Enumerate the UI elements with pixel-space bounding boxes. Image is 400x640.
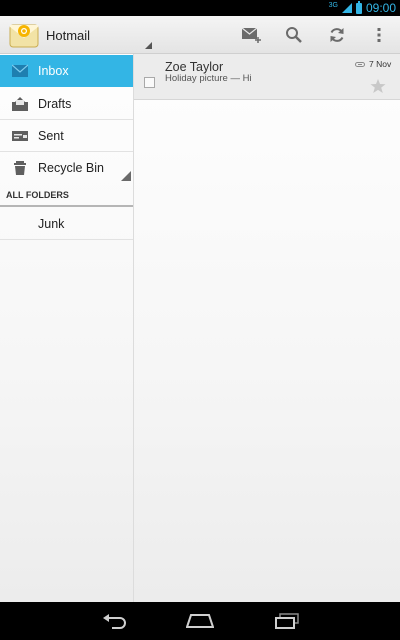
email-app: Hotmail Inbox Drafts Sent Recycle Bin AL… <box>0 16 400 602</box>
navigation-bar <box>0 602 400 640</box>
folder-junk[interactable]: Junk <box>0 208 133 240</box>
all-folders-header: ALL FOLDERS <box>0 187 133 207</box>
recent-apps-button[interactable] <box>273 612 301 630</box>
folder-options-icon[interactable] <box>121 171 131 181</box>
star-icon[interactable] <box>370 78 386 94</box>
message-row[interactable]: Zoe Taylor Holiday picture — Hi 7 Nov <box>134 54 400 100</box>
status-bar: 3G 09:00 <box>0 0 400 16</box>
compose-button[interactable] <box>240 23 264 47</box>
folder-recycle-bin[interactable]: Recycle Bin <box>0 152 133 184</box>
action-bar: Hotmail <box>0 16 400 54</box>
account-spinner-icon[interactable] <box>145 42 152 49</box>
message-date: 7 Nov <box>369 59 392 69</box>
hotmail-envelope-icon[interactable] <box>9 21 39 49</box>
folder-label: Inbox <box>38 64 69 78</box>
sent-icon <box>12 131 28 141</box>
pane-divider <box>133 54 134 602</box>
refresh-icon <box>330 28 344 42</box>
folder-inbox[interactable]: Inbox <box>0 55 133 87</box>
overflow-menu-button[interactable] <box>367 23 391 47</box>
folder-label: Drafts <box>38 97 72 111</box>
search-icon <box>286 27 302 43</box>
clock: 09:00 <box>365 1 396 15</box>
network-type: 3G <box>328 2 338 9</box>
back-icon <box>103 614 126 629</box>
folder-pane: Inbox Drafts Sent Recycle Bin ALL FOLDER… <box>0 54 133 602</box>
folder-label: Recycle Bin <box>38 161 104 175</box>
account-title[interactable]: Hotmail <box>46 28 90 43</box>
drafts-icon <box>12 97 28 111</box>
section-header-label: ALL FOLDERS <box>6 190 69 200</box>
home-button[interactable] <box>186 612 214 630</box>
back-button[interactable] <box>101 612 129 630</box>
message-checkbox[interactable] <box>144 77 155 88</box>
signal-icon <box>341 3 352 13</box>
inbox-icon <box>12 64 28 77</box>
home-icon <box>186 614 214 628</box>
trash-icon <box>14 161 26 175</box>
overflow-menu-icon <box>377 28 381 42</box>
compose-mail-icon <box>241 27 261 43</box>
search-button[interactable] <box>282 23 306 47</box>
folder-sent[interactable]: Sent <box>0 120 133 152</box>
message-subject: Holiday picture — Hi <box>165 73 252 84</box>
refresh-button[interactable] <box>325 23 349 47</box>
attachment-icon <box>355 62 365 67</box>
message-sender: Zoe Taylor <box>165 60 224 74</box>
folder-label: Junk <box>38 217 65 231</box>
folder-drafts[interactable]: Drafts <box>0 88 133 120</box>
folder-label: Sent <box>38 129 64 143</box>
recent-apps-icon <box>275 613 299 629</box>
battery-icon <box>355 0 362 14</box>
